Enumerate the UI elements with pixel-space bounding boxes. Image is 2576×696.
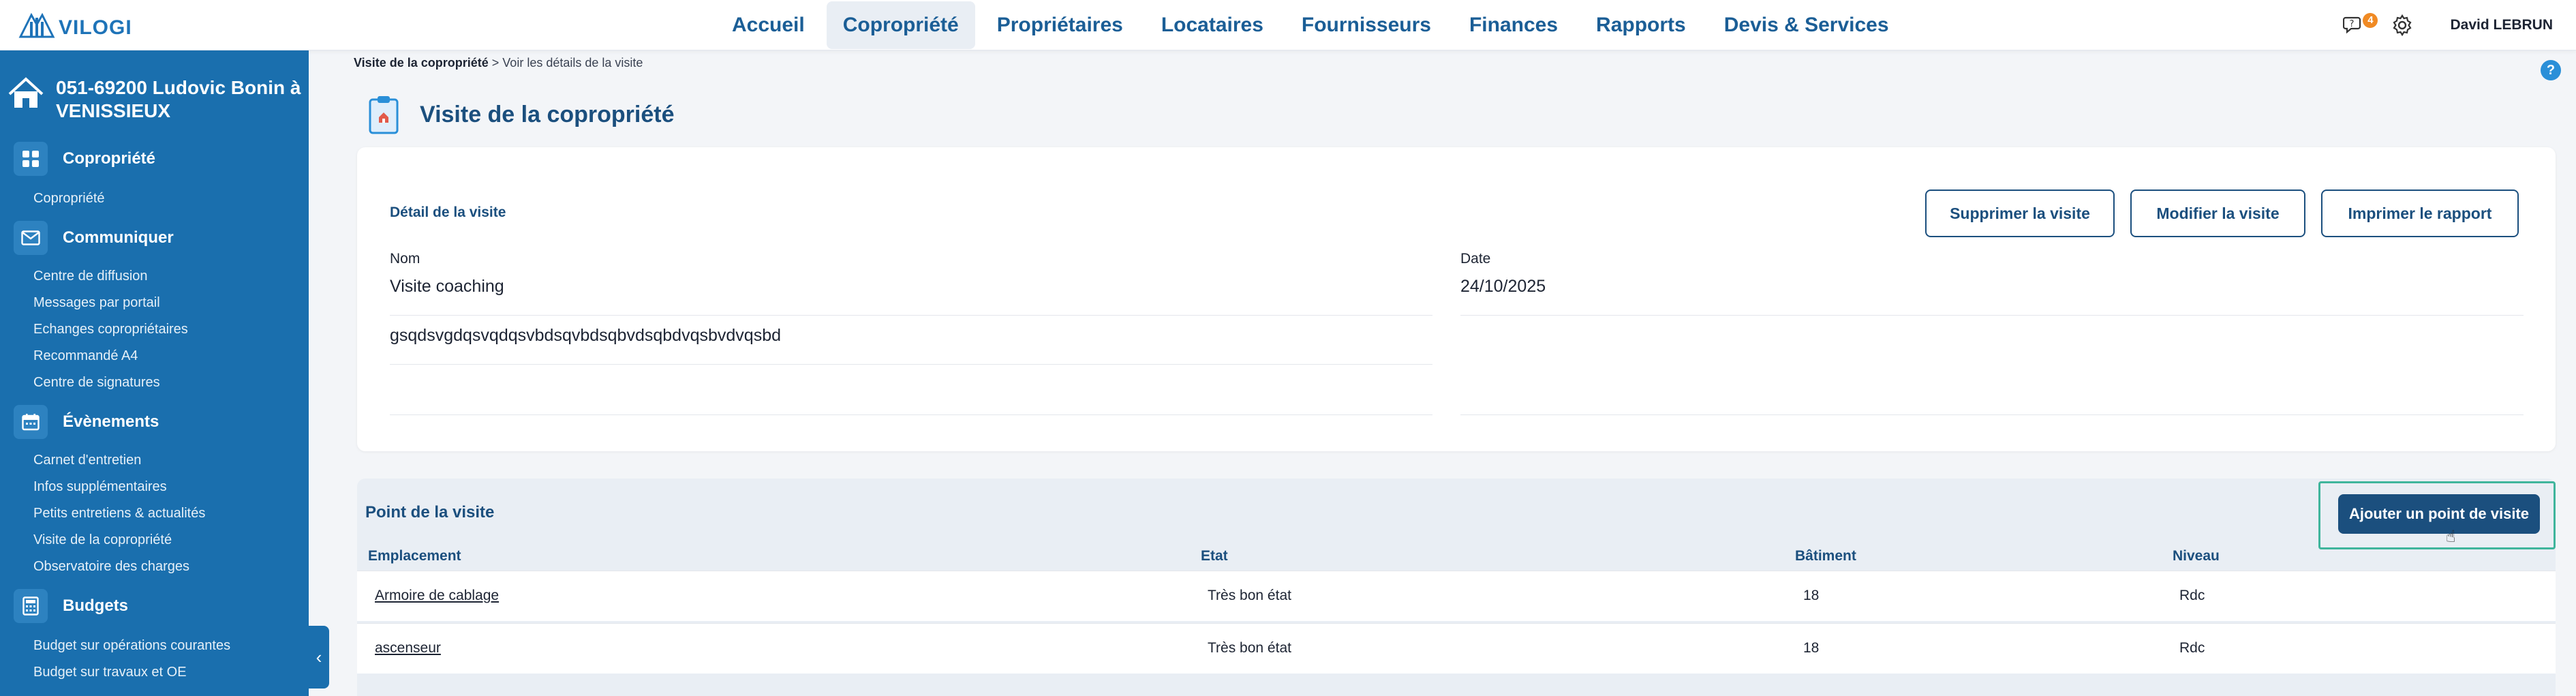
nav-locataires[interactable]: Locataires (1145, 1, 1280, 49)
page-header: Visite de la copropriété (368, 94, 675, 135)
notification-badge: 4 (2363, 13, 2378, 28)
date-value: 24/10/2025 (1460, 277, 1546, 296)
settings-button[interactable] (2389, 12, 2416, 39)
sidebar-item-centre-diffusion[interactable]: Centre de diffusion (33, 269, 148, 284)
sidebar-item-messages-portail[interactable]: Messages par portail (33, 295, 160, 311)
delete-visit-button[interactable]: Supprimer la visite (1925, 190, 2115, 237)
column-header-emplacement[interactable]: Emplacement (368, 548, 461, 564)
top-right-tools: ? 4 David LEBRUN (2341, 0, 2553, 50)
divider (1460, 315, 2524, 316)
add-visit-point-button[interactable]: Ajouter un point de visite (2338, 494, 2540, 534)
date-label: Date (1460, 251, 1491, 267)
mail-icon (14, 221, 48, 255)
sidebar-item-carnet-entretien[interactable]: Carnet d'entretien (33, 453, 141, 468)
grid-icon (14, 142, 48, 176)
logo-icon (18, 12, 55, 38)
sidebar-section-label: Évènements (63, 412, 159, 431)
cell-niveau: Rdc (2179, 640, 2205, 656)
sidebar-item-petits-entretiens[interactable]: Petits entretiens & actualités (33, 506, 205, 521)
nav-accueil[interactable]: Accueil (716, 1, 821, 49)
sidebar-section-label: Budgets (63, 596, 128, 615)
table-row[interactable]: ascenseur Très bon état 18 Rdc (357, 623, 2556, 674)
nav-rapports[interactable]: Rapports (1580, 1, 1702, 49)
breadcrumb-parent[interactable]: Visite de la copropriété (354, 56, 489, 70)
visit-details-heading: Détail de la visite (390, 205, 506, 220)
support-chat-button[interactable]: ? 4 (2341, 12, 2378, 39)
calendar-icon (14, 405, 48, 439)
divider (390, 414, 1432, 415)
breadcrumb-current: Voir les détails de la visite (502, 56, 643, 70)
visit-points-title: Point de la visite (365, 503, 495, 521)
sidebar-item-observatoire[interactable]: Observatoire des charges (33, 559, 189, 575)
sidebar-section-communiquer[interactable]: Communiquer (14, 221, 174, 255)
top-navbar: VILOGI Accueil Copropriété Propriétaires… (0, 0, 2576, 50)
divider (390, 315, 1432, 316)
print-report-button[interactable]: Imprimer le rapport (2321, 190, 2519, 237)
visit-points-section: Point de la visite Ajouter un point de v… (357, 479, 2556, 696)
edit-visit-button[interactable]: Modifier la visite (2130, 190, 2305, 237)
svg-text:?: ? (2350, 19, 2355, 29)
home-icon (8, 77, 44, 108)
property-title: 051-69200 Ludovic Bonin à VENISSIEUX (56, 77, 301, 121)
cell-batiment: 18 (1803, 640, 1820, 656)
visit-description: gsqdsvgdqsvqdqsvbdsqvbdsqbvdsqbdvqsbvdvq… (390, 326, 781, 345)
name-label: Nom (390, 251, 420, 267)
cell-emplacement[interactable]: ascenseur (375, 640, 441, 656)
page-title: Visite de la copropriété (420, 101, 675, 127)
sidebar-item-copropriete[interactable]: Copropriété (33, 191, 105, 207)
visit-details-card: Détail de la visite Supprimer la visite … (357, 147, 2556, 451)
sidebar-item-signatures[interactable]: Centre de signatures (33, 375, 160, 391)
sidebar-item-recommande[interactable]: Recommandé A4 (33, 348, 138, 364)
column-header-etat[interactable]: Etat (1201, 548, 1228, 564)
sidebar: 051-69200 Ludovic Bonin à VENISSIEUX Cop… (0, 50, 309, 696)
sidebar-item-visite-copropriete[interactable]: Visite de la copropriété (33, 532, 172, 548)
cell-etat: Très bon état (1208, 588, 1291, 603)
sidebar-collapse-button[interactable]: ‹ (309, 626, 329, 689)
user-name[interactable]: David LEBRUN (2450, 17, 2553, 33)
nav-fournisseurs[interactable]: Fournisseurs (1285, 1, 1447, 49)
cell-emplacement[interactable]: Armoire de cablage (375, 588, 499, 604)
sidebar-section-evenements[interactable]: Évènements (14, 405, 159, 439)
nav-finances[interactable]: Finances (1453, 1, 1574, 49)
sidebar-item-infos-supplementaires[interactable]: Infos supplémentaires (33, 479, 167, 495)
logo-text: VILOGI (59, 16, 132, 39)
calculator-icon (14, 589, 48, 623)
clipboard-icon (369, 96, 399, 134)
help-icon[interactable]: ? (2541, 60, 2561, 80)
hand-cursor-icon: ☝ (2446, 528, 2456, 546)
breadcrumb: Visite de la copropriété > Voir les déta… (354, 56, 643, 70)
nav-proprietaires[interactable]: Propriétaires (981, 1, 1139, 49)
gear-icon (2393, 14, 2412, 37)
breadcrumb-separator: > (491, 56, 500, 70)
column-header-niveau[interactable]: Niveau (2173, 548, 2220, 564)
cell-niveau: Rdc (2179, 588, 2205, 603)
sidebar-section-label: Communiquer (63, 228, 174, 247)
cell-etat: Très bon état (1208, 640, 1291, 656)
table-row[interactable]: Armoire de cablage Très bon état 18 Rdc (357, 571, 2556, 621)
column-header-batiment[interactable]: Bâtiment (1795, 548, 1856, 564)
name-value: Visite coaching (390, 277, 504, 296)
property-header: 051-69200 Ludovic Bonin à VENISSIEUX (7, 76, 301, 123)
vilogi-logo[interactable]: VILOGI (16, 10, 132, 40)
sidebar-item-budget-courant[interactable]: Budget sur opérations courantes (33, 638, 230, 654)
sidebar-item-echanges[interactable]: Echanges copropriétaires (33, 322, 188, 337)
divider (1460, 414, 2524, 415)
sidebar-section-label: Copropriété (63, 149, 156, 168)
nav-devis-services[interactable]: Devis & Services (1708, 1, 1905, 49)
sidebar-item-budget-travaux[interactable]: Budget sur travaux et OE (33, 665, 187, 680)
cell-batiment: 18 (1803, 588, 1820, 603)
sidebar-section-budgets[interactable]: Budgets (14, 589, 128, 623)
add-point-focus-outline: Ajouter un point de visite ☝ (2318, 481, 2556, 549)
main-nav: Accueil Copropriété Propriétaires Locata… (716, 0, 1905, 50)
nav-copropriete[interactable]: Copropriété (826, 1, 975, 49)
divider (390, 364, 1432, 365)
sidebar-section-copropriete[interactable]: Copropriété (14, 142, 155, 176)
